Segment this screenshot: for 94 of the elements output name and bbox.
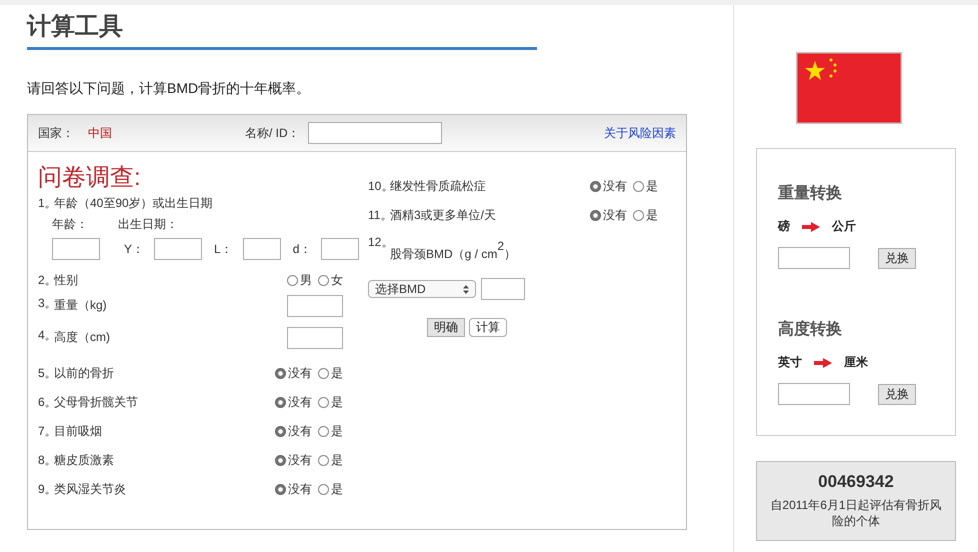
- date-part-label: L：: [214, 240, 233, 258]
- radio-button[interactable]: [287, 275, 298, 286]
- radio-label: 没有: [288, 481, 312, 498]
- convert-field[interactable]: [778, 247, 850, 269]
- question-label: 目前吸烟: [54, 423, 102, 440]
- question-label: 性别: [54, 272, 78, 289]
- value-field[interactable]: [287, 327, 343, 349]
- date-field[interactable]: [242, 238, 281, 260]
- radio-button[interactable]: [633, 181, 644, 192]
- question-label: 高度（cm): [54, 329, 110, 346]
- radio-label: 没有: [603, 178, 627, 195]
- bmd-select[interactable]: 选择BMD: [368, 280, 476, 298]
- question-number: 6。: [38, 394, 54, 411]
- unit-label: 公斤: [832, 218, 856, 235]
- radio-button[interactable]: [318, 455, 329, 466]
- country-label: 国家：: [38, 124, 74, 142]
- radio-label: 是: [646, 178, 658, 195]
- radio-button[interactable]: [275, 484, 286, 495]
- radio-label: 女: [331, 272, 343, 289]
- questionnaire-heading: 问卷调查:: [38, 164, 142, 192]
- question-label: 重量（kg): [54, 297, 107, 314]
- question-number: 4。: [38, 327, 54, 342]
- question-number: 5。: [38, 365, 54, 382]
- question-number: 1。: [38, 194, 54, 212]
- question-number: 12。: [368, 234, 390, 249]
- converter-title: 重量转换: [778, 183, 843, 204]
- question-label: 以前的骨折: [54, 365, 114, 382]
- radio-button[interactable]: [275, 455, 286, 466]
- unit-label: 磅: [778, 218, 790, 235]
- china-flag-icon: [796, 52, 902, 124]
- radio-button[interactable]: [590, 181, 601, 192]
- radio-button[interactable]: [318, 426, 329, 437]
- risk-factors-link[interactable]: 关于风险因素: [604, 124, 676, 142]
- radio-label: 男: [300, 272, 312, 289]
- name-field[interactable]: [308, 122, 442, 144]
- radio-button[interactable]: [318, 484, 329, 495]
- radio-label: 是: [646, 207, 658, 224]
- radio-label: 没有: [288, 452, 312, 469]
- age-field[interactable]: [52, 238, 100, 260]
- radio-label: 是: [331, 365, 343, 382]
- question-number: 2。: [38, 272, 54, 289]
- form-button[interactable]: 计算: [469, 318, 507, 337]
- radio-label: 没有: [288, 365, 312, 382]
- date-field[interactable]: [321, 238, 360, 260]
- page-title: 计算工具: [27, 13, 537, 50]
- question-number: 3。: [38, 295, 54, 312]
- question-label: 年龄（40至90岁）或出生日期: [54, 194, 213, 212]
- form-button[interactable]: 明确: [427, 318, 465, 337]
- intro-text: 请回答以下问题，计算BMD骨折的十年概率。: [27, 80, 312, 98]
- birth-date-label: 出生日期：: [118, 216, 178, 233]
- counter-number: 00469342: [817, 472, 895, 492]
- radio-button[interactable]: [590, 210, 601, 221]
- question-label: 父母骨折髋关节: [54, 394, 138, 411]
- convert-field[interactable]: [778, 383, 850, 405]
- radio-button[interactable]: [318, 368, 329, 379]
- radio-button[interactable]: [275, 397, 286, 408]
- radio-button[interactable]: [275, 368, 286, 379]
- question-number: 9。: [38, 481, 54, 498]
- radio-button[interactable]: [318, 275, 329, 286]
- counter-caption: 自2011年6月1日起评估有骨折风险的个体: [769, 497, 943, 529]
- country-value: 中国: [88, 124, 112, 142]
- value-field[interactable]: [287, 295, 343, 317]
- radio-button[interactable]: [318, 397, 329, 408]
- radio-label: 是: [331, 423, 343, 440]
- radio-button[interactable]: [275, 426, 286, 437]
- date-field[interactable]: [154, 238, 202, 260]
- radio-label: 是: [331, 394, 343, 411]
- question-label: 糖皮质激素: [54, 452, 114, 469]
- unit-label: 英寸: [778, 354, 802, 371]
- convert-button[interactable]: 兑换: [878, 384, 916, 404]
- question-number: 11。: [368, 207, 390, 224]
- arrow-icon: [814, 358, 832, 368]
- question-label: 继发性骨质疏松症: [390, 178, 486, 195]
- question-label: 类风湿关节炎: [54, 481, 126, 498]
- name-label: 名称/ ID：: [245, 124, 300, 142]
- age-label: 年龄：: [52, 216, 89, 233]
- radio-label: 没有: [288, 423, 312, 440]
- question-number: 7。: [38, 423, 54, 440]
- bmd-field[interactable]: [481, 278, 525, 300]
- converter-title: 高度转换: [778, 319, 843, 340]
- stepper-icon: [463, 284, 469, 294]
- date-part-label: Y：: [124, 240, 144, 258]
- radio-label: 没有: [288, 394, 312, 411]
- question-label: 酒精3或更多单位/天: [390, 207, 496, 224]
- convert-button[interactable]: 兑换: [878, 248, 916, 268]
- radio-label: 是: [331, 481, 343, 498]
- radio-label: 没有: [603, 207, 627, 224]
- unit-label: 厘米: [844, 354, 868, 371]
- date-part-label: d：: [292, 240, 312, 258]
- radio-label: 是: [331, 452, 343, 469]
- question-number: 10。: [368, 178, 390, 195]
- question-number: 8。: [38, 452, 54, 469]
- arrow-icon: [802, 222, 820, 232]
- radio-button[interactable]: [633, 210, 644, 221]
